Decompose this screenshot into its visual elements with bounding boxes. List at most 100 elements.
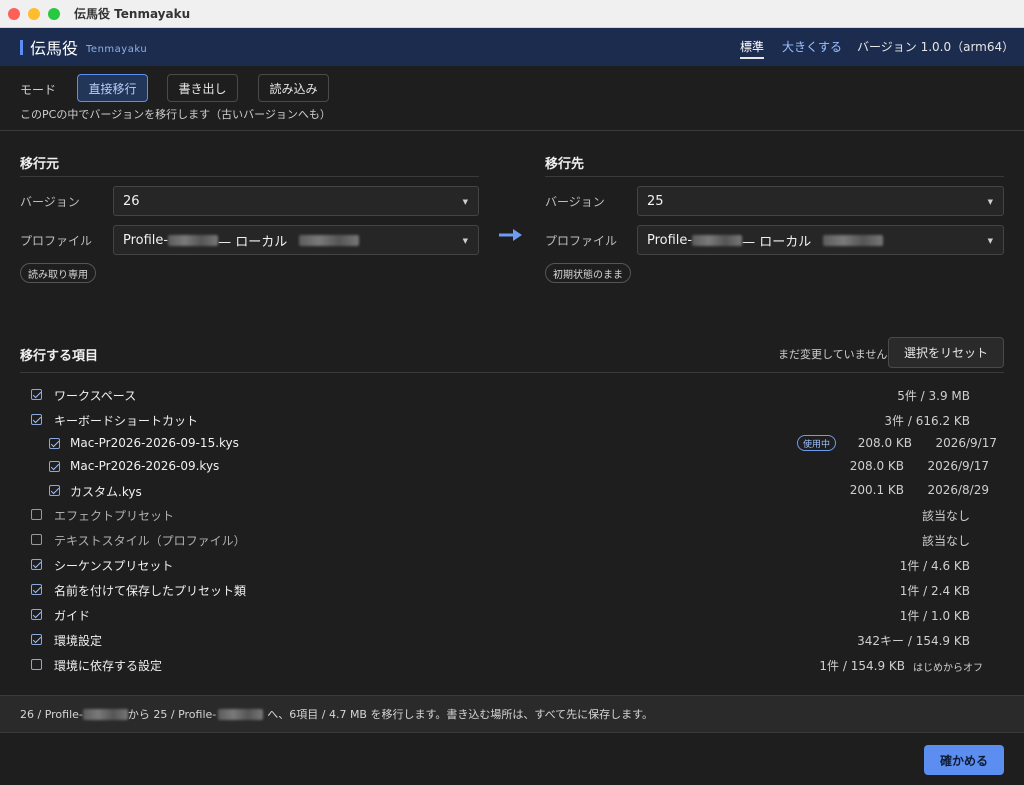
source-profile-label: プロファイル — [20, 234, 93, 248]
redacted-profile-id — [82, 708, 128, 720]
target-version-value: 25 — [647, 193, 664, 209]
item-meta: 5件 / 3.9 MB — [897, 389, 970, 403]
text-size-standard-tab[interactable]: 標準 — [740, 38, 765, 59]
source-version-label: バージョン — [20, 195, 80, 209]
summary-target: から 25 / Profile- — [127, 708, 217, 721]
item-checkbox[interactable] — [31, 559, 42, 570]
item-label: 環境に依存する設定 — [54, 659, 163, 673]
confirm-button[interactable]: 確かめる — [924, 745, 1004, 775]
item-row-workspace[interactable]: ワークスペース 5件 / 3.9 MB — [0, 384, 1024, 406]
chevron-down-icon: ▼ — [987, 198, 993, 206]
items-title: 移行する項目 — [20, 349, 99, 364]
target-profile-prefix: Profile- — [647, 232, 693, 248]
item-row-shortcut-file[interactable]: Mac-Pr2026-2026-09-15.kys 使用中 208.0 KB 2… — [0, 433, 1024, 455]
item-label: エフェクトプリセット — [54, 509, 175, 523]
redacted-profile-id — [218, 708, 264, 720]
target-title: 移行先 — [545, 157, 585, 172]
minimize-window-button[interactable] — [28, 7, 40, 20]
item-size: 208.0 KB — [857, 436, 912, 450]
item-checkbox[interactable] — [31, 389, 42, 400]
chevron-down-icon: ▼ — [462, 237, 468, 245]
item-label: ガイド — [54, 609, 91, 623]
redacted-profile-path — [823, 234, 884, 246]
mode-label: モード — [20, 83, 57, 97]
chevron-down-icon: ▼ — [462, 198, 468, 206]
target-version-label: バージョン — [545, 195, 605, 209]
source-version-select[interactable]: 26 ▼ — [113, 186, 479, 216]
item-row-shortcut-file[interactable]: カスタム.kys 200.1 KB 2026/8/29 — [0, 480, 1024, 502]
item-meta: 342キー / 154.9 KB — [857, 634, 970, 648]
item-label: Mac-Pr2026-2026-09.kys — [70, 459, 220, 473]
close-window-button[interactable] — [8, 7, 20, 20]
item-checkbox[interactable] — [49, 438, 60, 449]
window-title: 伝馬役 Tenmayaku — [74, 7, 191, 21]
source-title: 移行元 — [20, 157, 60, 172]
mode-description: このPCの中でバージョンを移行します（古いバージョンへも） — [20, 108, 331, 121]
brand-accent-bar — [20, 39, 23, 55]
item-meta: 3件 / 616.2 KB — [884, 414, 970, 428]
item-checkbox[interactable] — [49, 485, 60, 496]
reset-selection-button[interactable]: 選択をリセット — [888, 337, 1004, 368]
item-row-keyboard-shortcuts[interactable]: キーボードショートカット 3件 / 616.2 KB — [0, 409, 1024, 431]
item-row-shortcut-file[interactable]: Mac-Pr2026-2026-09.kys 208.0 KB 2026/9/1… — [0, 456, 1024, 478]
app-header: 伝馬役 Tenmayaku 標準 大きくする バージョン 1.0.0（arm64… — [0, 28, 1024, 66]
item-checkbox[interactable] — [31, 609, 42, 620]
item-label: 名前を付けて保存したプリセット類 — [54, 584, 247, 598]
items-divider — [20, 372, 1004, 373]
redacted-profile-path — [299, 234, 360, 246]
brand-name: 伝馬役 — [30, 39, 79, 58]
item-row-guides[interactable]: ガイド 1件 / 1.0 KB — [0, 604, 1024, 626]
item-size: 200.1 KB — [849, 483, 904, 497]
item-label: ワークスペース — [54, 389, 137, 403]
target-profile-select[interactable]: Profile- — ローカル ▼ — [637, 225, 1004, 255]
target-profile-label: プロファイル — [545, 234, 618, 248]
item-checkbox[interactable] — [31, 659, 42, 670]
window-controls — [8, 7, 60, 20]
target-version-select[interactable]: 25 ▼ — [637, 186, 1004, 216]
item-checkbox[interactable] — [31, 584, 42, 595]
source-divider — [20, 176, 479, 177]
summary-detail: へ、6項目 / 4.7 MB を移行します。書き込む場所は、すべて先に保存します… — [267, 708, 654, 721]
item-row-environment-settings[interactable]: 環境に依存する設定 1件 / 154.9 KB はじめからオフ — [0, 654, 1024, 676]
items-status-note: まだ変更していません — [778, 348, 888, 361]
item-row-effect-presets[interactable]: エフェクトプリセット 該当なし — [0, 504, 1024, 526]
item-date: 2026/9/17 — [935, 436, 997, 450]
mode-import-button[interactable]: 読み込み — [258, 74, 329, 102]
brand-subtitle: Tenmayaku — [86, 43, 148, 55]
item-checkbox[interactable] — [31, 509, 42, 520]
item-default-off-note: はじめからオフ — [913, 663, 983, 674]
item-checkbox[interactable] — [31, 634, 42, 645]
item-label: Mac-Pr2026-2026-09-15.kys — [70, 436, 239, 450]
item-checkbox[interactable] — [31, 414, 42, 425]
summary-source: 26 / Profile- — [20, 707, 83, 721]
summary-bar: 26 / Profile- から 25 / Profile- へ、6項目 / 4… — [0, 695, 1024, 733]
item-meta: 1件 / 154.9 KB — [819, 659, 905, 673]
mode-bar: モード 直接移行 書き出し 読み込み このPCの中でバージョンを移行します（古い… — [0, 66, 1024, 131]
target-divider — [545, 176, 1004, 177]
arrow-right-icon — [499, 229, 522, 241]
item-size: 208.0 KB — [849, 459, 904, 473]
mode-export-button[interactable]: 書き出し — [167, 74, 238, 102]
item-meta: 1件 / 1.0 KB — [899, 609, 970, 623]
source-version-value: 26 — [123, 193, 140, 209]
item-label: テキストスタイル（プロファイル） — [54, 534, 246, 548]
zoom-window-button[interactable] — [48, 7, 60, 20]
text-size-large-tab[interactable]: 大きくする — [782, 38, 842, 55]
source-profile-select[interactable]: Profile- — ローカル ▼ — [113, 225, 479, 255]
item-label: シーケンスプリセット — [54, 559, 174, 573]
item-row-saved-presets[interactable]: 名前を付けて保存したプリセット類 1件 / 2.4 KB — [0, 579, 1024, 601]
redacted-profile-id — [168, 234, 219, 246]
in-use-badge: 使用中 — [797, 435, 837, 451]
item-row-preferences[interactable]: 環境設定 342キー / 154.9 KB — [0, 629, 1024, 651]
item-row-text-styles[interactable]: テキストスタイル（プロファイル） 該当なし — [0, 529, 1024, 551]
target-initial-state-badge: 初期状態のまま — [545, 263, 631, 283]
item-meta: 1件 / 4.6 KB — [899, 559, 970, 573]
window-titlebar: 伝馬役 Tenmayaku — [0, 0, 1024, 28]
item-row-sequence-presets[interactable]: シーケンスプリセット 1件 / 4.6 KB — [0, 554, 1024, 576]
item-checkbox[interactable] — [31, 534, 42, 545]
item-checkbox[interactable] — [49, 461, 60, 472]
mode-direct-button[interactable]: 直接移行 — [77, 74, 148, 102]
item-date: 2026/9/17 — [927, 459, 989, 473]
item-label: キーボードショートカット — [54, 414, 199, 428]
item-label: 環境設定 — [54, 634, 103, 648]
